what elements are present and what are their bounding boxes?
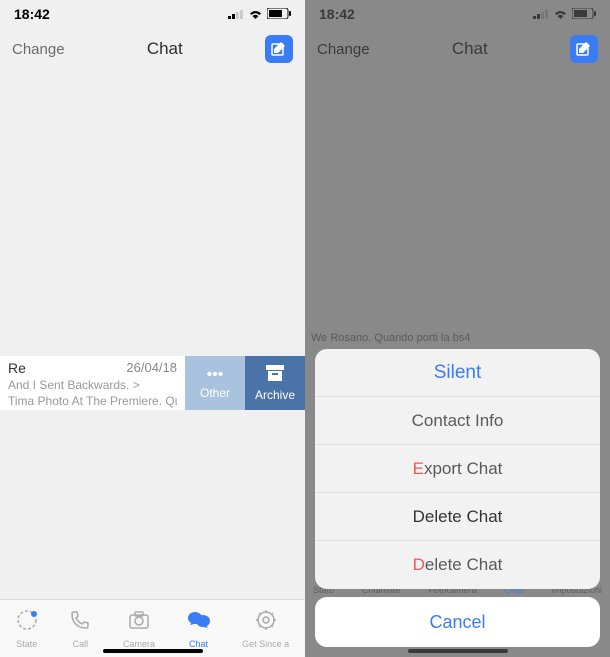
action-sheet: Silent Contact Info Export Chat Delete C… — [315, 349, 600, 647]
archive-icon — [266, 365, 284, 386]
home-indicator[interactable] — [103, 649, 203, 653]
chat-list: Re 26/04/18 And I Sent Backwards. > Tima… — [0, 70, 305, 599]
status-icons — [533, 6, 596, 22]
tab-call-label: Call — [73, 639, 89, 649]
tab-settings[interactable]: Get Since a — [242, 609, 289, 649]
battery-icon — [572, 6, 596, 22]
tab-state-label: State — [16, 639, 37, 649]
chat-name: Re — [8, 360, 26, 376]
tab-camera-label: Camera — [123, 639, 155, 649]
chat-row-info[interactable]: Re 26/04/18 And I Sent Backwards. > Tima… — [0, 356, 185, 410]
tab-camera[interactable]: Camera — [123, 609, 155, 649]
status-bar: 18:42 — [305, 0, 610, 28]
chat-preview-line1: And I Sent Backwards. > — [8, 378, 177, 392]
camera-icon — [128, 609, 150, 637]
chat-preview-line2: Tima Photo At The Premiere. Ques... — [8, 394, 177, 408]
home-indicator[interactable] — [408, 649, 508, 653]
sheet-delete-chat[interactable]: Delete Chat — [315, 493, 600, 541]
sheet-delete-chat-2[interactable]: Delete Chat — [315, 541, 600, 589]
nav-bar: Change Chat — [305, 28, 610, 70]
battery-icon — [267, 6, 291, 22]
compose-button[interactable] — [265, 35, 293, 63]
compose-button[interactable] — [570, 35, 598, 63]
change-button[interactable]: Change — [317, 41, 370, 58]
status-time: 18:42 — [14, 6, 50, 22]
tab-settings-label: Get Since a — [242, 639, 289, 649]
status-time: 18:42 — [319, 6, 355, 22]
change-button[interactable]: Change — [12, 41, 65, 58]
wifi-icon — [553, 6, 568, 22]
action-sheet-group: Silent Contact Info Export Chat Delete C… — [315, 349, 600, 589]
swipe-other-label: Other — [200, 386, 230, 400]
swipe-archive-button[interactable]: Archive — [245, 356, 305, 410]
chat-bubbles-icon — [187, 609, 211, 637]
more-icon: ••• — [207, 366, 224, 384]
tab-state[interactable]: State — [16, 609, 38, 649]
wifi-icon — [248, 6, 263, 22]
sheet-cancel[interactable]: Cancel — [315, 597, 600, 647]
tab-call[interactable]: Call — [69, 609, 91, 649]
phone-icon — [69, 609, 91, 637]
sheet-silent[interactable]: Silent — [315, 349, 600, 397]
status-bar: 18:42 — [0, 0, 305, 28]
tab-chat[interactable]: Chat — [187, 609, 211, 649]
signal-icon — [228, 6, 244, 22]
status-icons — [228, 6, 291, 22]
nav-title: Chat — [452, 39, 488, 59]
sheet-contact-info[interactable]: Contact Info — [315, 397, 600, 445]
sheet-export-chat[interactable]: Export Chat — [315, 445, 600, 493]
chat-row-swiped[interactable]: Re 26/04/18 And I Sent Backwards. > Tima… — [0, 356, 305, 410]
bg-chat-preview: We Rosano. Quando porti la bs4 — [305, 330, 610, 350]
chat-list-dimmed: We Rosano. Quando porti la bs4 Stato Chi… — [305, 70, 610, 657]
left-screenshot: 18:42 Change Chat Re 26/04/18 — [0, 0, 305, 657]
chat-date: 26/04/18 — [126, 360, 177, 376]
signal-icon — [533, 6, 549, 22]
nav-bar: Change Chat — [0, 28, 305, 70]
right-screenshot: 18:42 Change Chat We Rosano. Quando port… — [305, 0, 610, 657]
tab-chat-label: Chat — [189, 639, 208, 649]
status-circle-icon — [16, 609, 38, 637]
swipe-archive-label: Archive — [255, 388, 295, 402]
gear-icon — [255, 609, 277, 637]
nav-title: Chat — [147, 39, 183, 59]
swipe-other-button[interactable]: ••• Other — [185, 356, 245, 410]
